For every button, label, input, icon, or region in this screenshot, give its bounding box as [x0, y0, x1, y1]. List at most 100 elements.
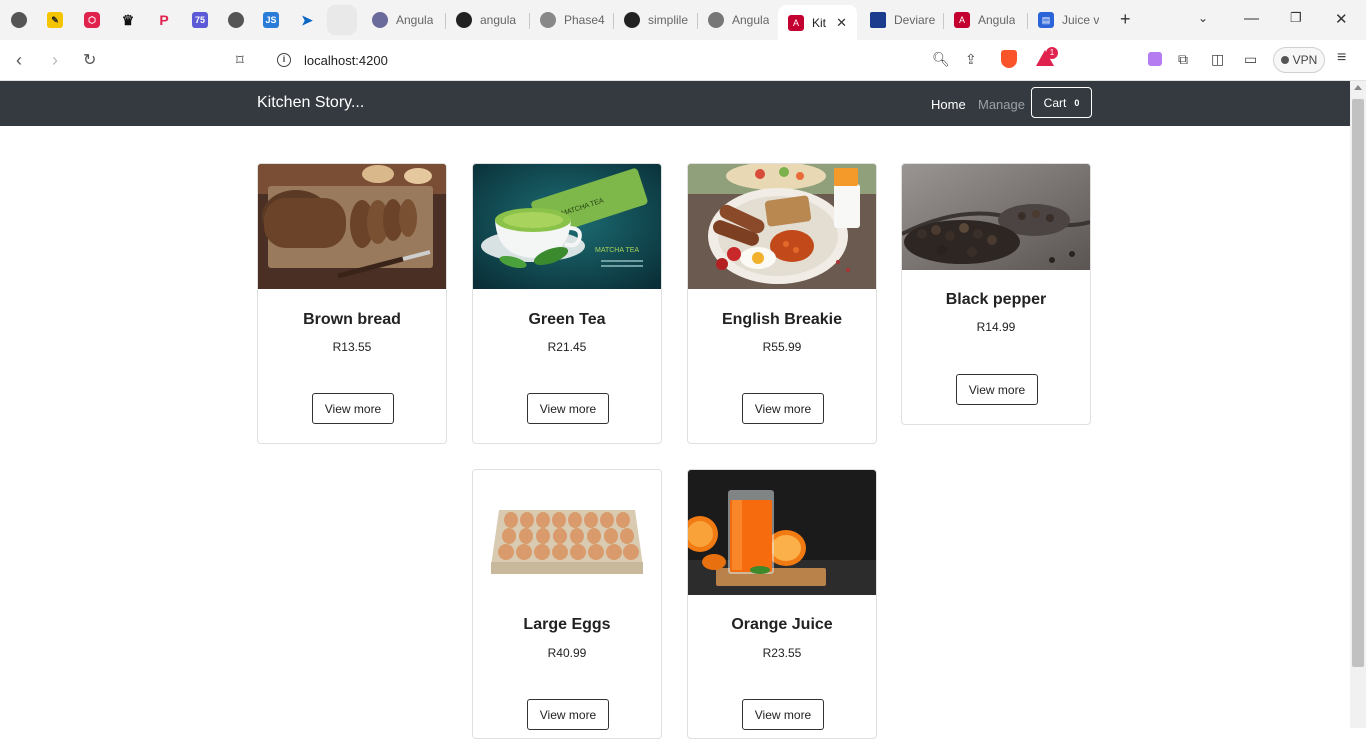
- pinned-tab-azure[interactable]: ➤: [292, 5, 322, 35]
- tab-label: Juice v: [1062, 13, 1100, 27]
- reload-icon[interactable]: ↻: [83, 50, 96, 70]
- browser-tab-bar: ✎ ⬡ ♛ P 75 JS ➤ Angula angula Phase4 sim…: [0, 0, 1366, 40]
- product-name: Brown bread: [303, 311, 401, 328]
- new-tab-button[interactable]: +: [1120, 9, 1131, 30]
- pencil-icon: ✎: [47, 12, 63, 28]
- product-name: Black pepper: [945, 291, 1047, 308]
- product-card-english-breakie: English Breakie R55.99 View more: [687, 163, 877, 444]
- scroll-thumb[interactable]: [1352, 99, 1364, 667]
- github-icon: [540, 12, 556, 28]
- angular-icon: A: [954, 12, 970, 28]
- bookmark-icon[interactable]: ⌑: [236, 51, 244, 69]
- view-more-button[interactable]: View more: [527, 699, 609, 730]
- crown-icon: ♛: [121, 11, 135, 28]
- js-icon: JS: [263, 12, 279, 28]
- pinned-tab-nest[interactable]: ⬡: [77, 5, 107, 35]
- angular-icon: A: [788, 14, 804, 31]
- tab-deviare[interactable]: Deviare: [860, 5, 942, 35]
- tab-angular-3[interactable]: A Angula: [944, 5, 1026, 35]
- pinned-tab-js[interactable]: JS: [256, 5, 286, 35]
- tab-search-chevron-down-icon[interactable]: ⌄: [1198, 11, 1208, 25]
- vpn-button[interactable]: VPN: [1273, 47, 1325, 73]
- tab-github-angular[interactable]: angula: [446, 5, 528, 35]
- azure-icon: ➤: [301, 11, 313, 28]
- product-card-black-pepper: Black pepper R14.99 View more: [901, 163, 1091, 425]
- page-scrollbar[interactable]: [1350, 81, 1366, 728]
- github-icon: [456, 12, 472, 28]
- matcha-label-text: MATCHA TEA: [595, 247, 639, 254]
- tab-phase4[interactable]: Phase4: [530, 5, 612, 35]
- vpn-label: VPN: [1292, 53, 1318, 67]
- tab-angular-1[interactable]: Angula: [362, 5, 444, 35]
- view-more-button[interactable]: View more: [527, 393, 609, 424]
- brown-bread-image: [258, 164, 446, 289]
- product-name: Green Tea: [528, 311, 606, 328]
- view-more-button[interactable]: View more: [742, 393, 824, 424]
- product-card-large-eggs: Large Eggs R40.99 View more: [472, 469, 662, 739]
- tab-juice[interactable]: ▤ Juice v: [1028, 5, 1110, 35]
- orange-juice-image: [688, 470, 876, 595]
- brand-logo[interactable]: Kitchen Story...: [257, 94, 364, 112]
- site-info-icon[interactable]: i: [277, 53, 291, 67]
- view-more-button[interactable]: View more: [312, 393, 394, 424]
- product-name: Orange Juice: [731, 616, 833, 633]
- notification-badge: 1: [1046, 47, 1058, 59]
- extensions-icon[interactable]: ⧉: [1178, 51, 1188, 68]
- cart-button[interactable]: Cart 0: [1031, 87, 1092, 118]
- scroll-up-arrow-icon[interactable]: [1354, 85, 1362, 90]
- view-more-button[interactable]: View more: [742, 699, 824, 730]
- product-price: R21.45: [547, 340, 587, 354]
- wallet-icon[interactable]: ▭: [1244, 51, 1257, 68]
- cart-count-badge: 0: [1074, 97, 1080, 108]
- large-eggs-image: [473, 470, 661, 595]
- close-window-button[interactable]: ✕: [1335, 10, 1348, 28]
- minimize-button[interactable]: —: [1244, 10, 1259, 27]
- view-more-button[interactable]: View more: [956, 374, 1038, 405]
- green-tea-image: MATCHA TEA MATCHA TEA: [473, 164, 661, 289]
- tab-simplilearn[interactable]: simplile: [614, 5, 696, 35]
- globe-icon: [228, 12, 244, 28]
- nav-home-link[interactable]: Home: [931, 97, 966, 112]
- tab-angular-2[interactable]: Angula: [698, 5, 778, 35]
- pinned-tab-75[interactable]: 75: [185, 5, 215, 35]
- product-price: R55.99: [762, 340, 802, 354]
- pinned-tab-globe-2[interactable]: [221, 5, 251, 35]
- nav-manage-link[interactable]: Manage: [978, 97, 1025, 112]
- globe-icon: [11, 12, 27, 28]
- sidebar-icon[interactable]: ◫: [1211, 51, 1224, 68]
- tab-label: Angula: [732, 13, 770, 27]
- pinned-tab-notes[interactable]: ✎: [40, 5, 70, 35]
- product-card-brown-bread: Brown bread R13.55 View more: [257, 163, 447, 444]
- product-card-orange-juice: Orange Juice R23.55 View more: [687, 469, 877, 739]
- tab-label: Angula: [396, 13, 434, 27]
- pinned-tab-p[interactable]: P: [149, 5, 179, 35]
- share-icon[interactable]: ⇪: [965, 51, 977, 68]
- forward-arrow-icon[interactable]: ›: [52, 50, 58, 71]
- pinned-tab-crown[interactable]: ♛: [113, 5, 143, 35]
- url-input[interactable]: localhost:4200: [304, 53, 388, 68]
- back-arrow-icon[interactable]: ‹: [16, 50, 22, 71]
- product-price: R14.99: [976, 320, 1016, 334]
- document-icon: ▤: [1038, 12, 1054, 28]
- zoom-icon[interactable]: 🔍︎: [932, 51, 950, 68]
- english-breakfast-image: [688, 164, 876, 289]
- pinned-tab-globe[interactable]: [4, 5, 34, 35]
- tab-label: Kit: [812, 15, 827, 30]
- restore-button[interactable]: ❐: [1290, 10, 1302, 26]
- black-pepper-image: [902, 164, 1090, 270]
- tab-kitchen-story-active[interactable]: A Kit ✕: [778, 5, 857, 40]
- pinned-tab-blank[interactable]: [327, 5, 357, 35]
- github-icon: [624, 12, 640, 28]
- menu-icon[interactable]: ≡: [1337, 49, 1346, 67]
- tab-favicon-icon: [372, 12, 388, 28]
- leo-ai-icon[interactable]: [1148, 52, 1162, 66]
- product-name: English Breakie: [721, 311, 843, 328]
- cart-label: Cart: [1043, 95, 1067, 110]
- close-tab-icon[interactable]: ✕: [836, 15, 847, 31]
- product-price: R13.55: [332, 340, 372, 354]
- tab-label: Deviare: [894, 13, 936, 27]
- brave-shield-icon[interactable]: [1001, 50, 1017, 68]
- product-name: Large Eggs: [523, 616, 611, 633]
- tab-label: simplile: [648, 13, 689, 27]
- tab-label: Angula: [978, 13, 1016, 27]
